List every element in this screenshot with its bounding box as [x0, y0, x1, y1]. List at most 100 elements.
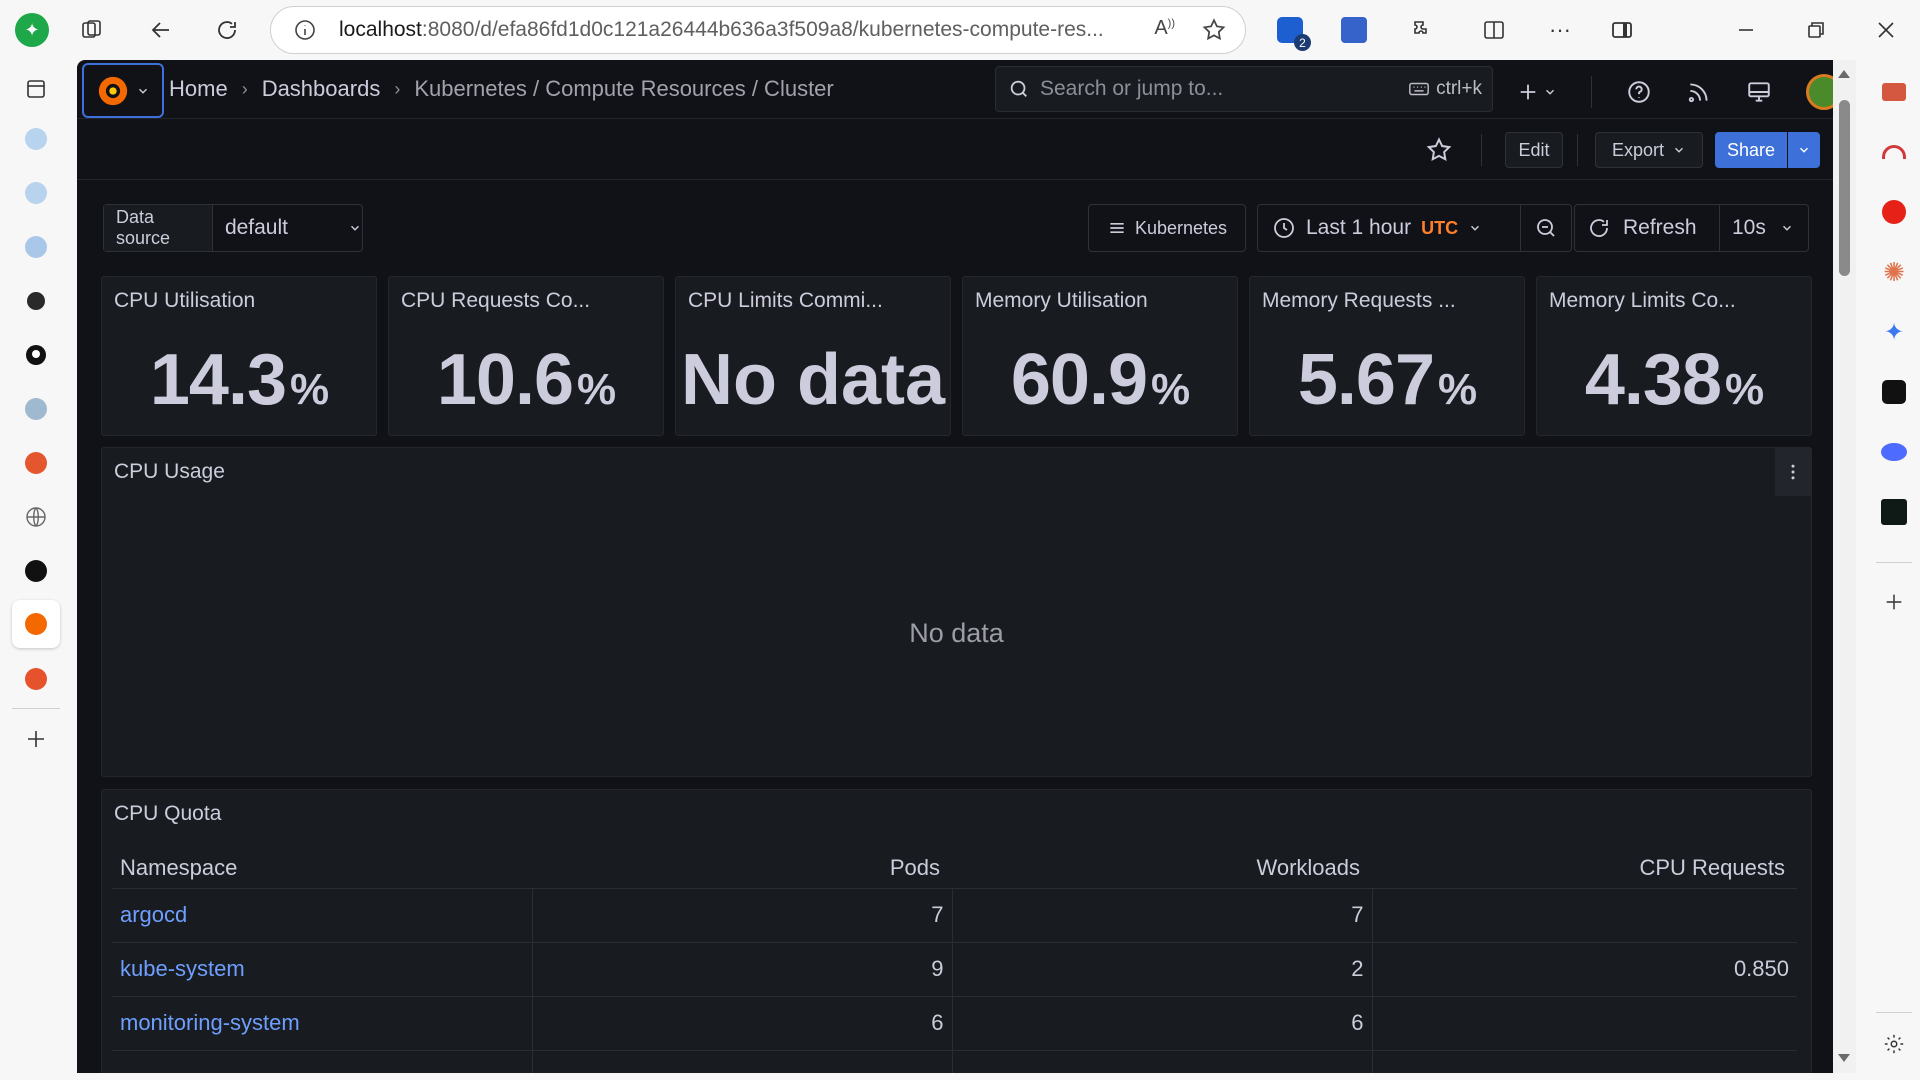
add-sidebar-app-icon[interactable]	[1880, 588, 1908, 616]
terminal-app-icon[interactable]	[1880, 498, 1908, 526]
toolbar-divider	[1481, 134, 1482, 166]
extensions-icon[interactable]	[1404, 12, 1440, 48]
stat-panel-memory-utilisation[interactable]: Memory Utilisation 60.9%	[962, 276, 1238, 436]
cpu-requests-cell	[1372, 888, 1797, 943]
kiosk-mode-icon[interactable]	[1746, 79, 1772, 105]
tab-favicon-red[interactable]	[17, 444, 55, 482]
grafana-menu-button[interactable]	[82, 63, 164, 118]
chevron-down-icon	[1675, 147, 1684, 153]
column-header-cpu-requests[interactable]: CPU Requests	[1372, 848, 1797, 889]
minimize-icon[interactable]	[1728, 12, 1764, 48]
tabs-divider	[12, 708, 60, 709]
breadcrumb-dashboards[interactable]: Dashboards	[262, 76, 381, 102]
scroll-up-arrow-icon[interactable]	[1838, 70, 1850, 78]
performance-icon[interactable]	[1880, 138, 1908, 166]
stat-value: 14.3%	[149, 340, 329, 420]
datasource-select[interactable]: default	[213, 216, 362, 240]
translate-extension-icon[interactable]	[1336, 12, 1372, 48]
cpu-quota-table: Namespace Pods Workloads CPU Requests ar…	[112, 848, 1797, 1073]
column-header-namespace[interactable]: Namespace	[112, 848, 532, 889]
kubernetes-links-button[interactable]: Kubernetes	[1088, 204, 1246, 252]
help-icon[interactable]	[1626, 79, 1652, 105]
search-bar[interactable]: Search or jump to... ctrl+k	[995, 66, 1493, 112]
edit-button[interactable]: Edit	[1505, 132, 1563, 168]
stat-panel-cpu-requests-commitment[interactable]: CPU Requests Co... 10.6%	[388, 276, 664, 436]
new-tab-plus-icon[interactable]	[17, 720, 55, 758]
time-range-picker[interactable]: Last 1 hour UTC	[1257, 204, 1521, 252]
tab-favicon-github-icon[interactable]	[17, 336, 55, 374]
mark-favorite-star-icon[interactable]	[1425, 136, 1453, 169]
address-bar[interactable]: localhost:8080/d/efa86fd1d0c121a26444b63…	[270, 6, 1246, 54]
share-button[interactable]: Share	[1715, 132, 1787, 168]
table-row: argocd 7 7	[112, 888, 1797, 943]
tab-favicon-globe-1[interactable]	[17, 120, 55, 158]
scrollbar-thumb[interactable]	[1839, 100, 1850, 276]
read-aloud-icon[interactable]: A))	[1154, 17, 1175, 48]
new-add-button[interactable]	[1517, 81, 1557, 103]
stat-value: 4.38%	[1584, 340, 1764, 420]
share-dropdown-button[interactable]	[1788, 132, 1820, 168]
namespace-link[interactable]: monitoring-system	[112, 996, 533, 1051]
claude-icon[interactable]: ✺	[1880, 257, 1908, 287]
tab-favicon-prometheus[interactable]	[17, 660, 55, 698]
back-icon[interactable]	[143, 12, 179, 48]
stat-panel-cpu-utilisation[interactable]: CPU Utilisation 14.3%	[101, 276, 377, 436]
sidebar-settings-gear-icon[interactable]	[1880, 1030, 1908, 1058]
restore-icon[interactable]	[1798, 12, 1834, 48]
scroll-down-arrow-icon[interactable]	[1838, 1054, 1850, 1062]
tab-favicon-globe-3[interactable]	[17, 228, 55, 266]
stat-panel-memory-requests-commitment[interactable]: Memory Requests ... 5.67%	[1249, 276, 1525, 436]
close-window-icon[interactable]	[1868, 12, 1904, 48]
grafana-app: Home › Dashboards › Kubernetes / Compute…	[77, 60, 1856, 1073]
tab-favicon-openai-icon[interactable]	[17, 552, 55, 590]
namespace-link[interactable]: argocd	[112, 888, 533, 943]
youtube-icon[interactable]	[1880, 198, 1908, 226]
clock-icon	[1274, 218, 1294, 238]
tab-favicon-globe-2[interactable]	[17, 174, 55, 212]
export-button[interactable]: Export	[1595, 132, 1703, 168]
stat-panel-cpu-limits-commitment[interactable]: CPU Limits Commi... No data	[675, 276, 951, 436]
reload-icon[interactable]	[209, 12, 245, 48]
chevron-down-icon	[1782, 225, 1791, 231]
zoom-out-time-button[interactable]	[1520, 204, 1572, 252]
workloads-cell: 2	[952, 942, 1373, 997]
more-vertical-icon	[1791, 464, 1795, 480]
site-info-icon[interactable]	[291, 16, 319, 44]
browser-toolbar: ✦ localhost:8080/d/efa86fd1d0c121a26444b…	[0, 0, 1920, 60]
chatgpt-icon[interactable]	[1880, 378, 1908, 406]
refresh-button[interactable]: Refresh	[1574, 204, 1720, 252]
cpu-usage-panel[interactable]: CPU Usage No data	[101, 447, 1812, 777]
password-manager-extension-icon[interactable]: 2	[1272, 12, 1311, 51]
namespace-link[interactable]: kube-system	[112, 942, 533, 997]
favorite-star-icon[interactable]	[1201, 17, 1227, 48]
refresh-interval-select[interactable]: 10s	[1719, 204, 1809, 252]
news-rss-icon[interactable]	[1686, 79, 1712, 105]
vertical-tabs-sidebar	[0, 60, 72, 1080]
stat-panel-memory-limits-commitment[interactable]: Memory Limits Co... 4.38%	[1536, 276, 1812, 436]
panel-menu-button[interactable]	[1775, 448, 1811, 496]
refresh-icon	[1590, 219, 1608, 237]
tab-favicon-globe-4[interactable]	[17, 498, 55, 536]
gemini-icon[interactable]: ✦	[1880, 318, 1908, 346]
workloads-cell: 6	[952, 996, 1373, 1051]
panel-title: CPU Usage	[114, 460, 225, 483]
tab-actions-icon[interactable]	[17, 70, 55, 108]
search-placeholder: Search or jump to...	[1040, 77, 1224, 100]
datasource-variable: Data source default	[103, 204, 363, 252]
collections-icon[interactable]	[74, 12, 110, 48]
split-screen-icon[interactable]	[1476, 12, 1512, 48]
panel-title: Memory Requests ...	[1262, 289, 1456, 312]
more-options-icon[interactable]: ···	[1542, 12, 1578, 48]
sidebar-toggle-icon[interactable]	[1604, 12, 1640, 48]
deepseek-icon[interactable]	[1880, 438, 1908, 466]
tab-favicon-docker[interactable]	[17, 390, 55, 428]
browser-profile-icon[interactable]: ✦	[14, 12, 50, 48]
column-header-workloads[interactable]: Workloads	[952, 848, 1372, 889]
breadcrumb-home[interactable]: Home	[169, 76, 228, 102]
column-header-pods[interactable]: Pods	[532, 848, 952, 889]
tab-favicon-bird[interactable]	[17, 282, 55, 320]
tab-favicon-grafana-active[interactable]	[12, 600, 60, 648]
breadcrumb-current-dashboard: Kubernetes / Compute Resources / Cluster	[414, 76, 834, 101]
tools-icon[interactable]	[1880, 78, 1908, 106]
page-scrollbar[interactable]	[1833, 60, 1856, 1073]
